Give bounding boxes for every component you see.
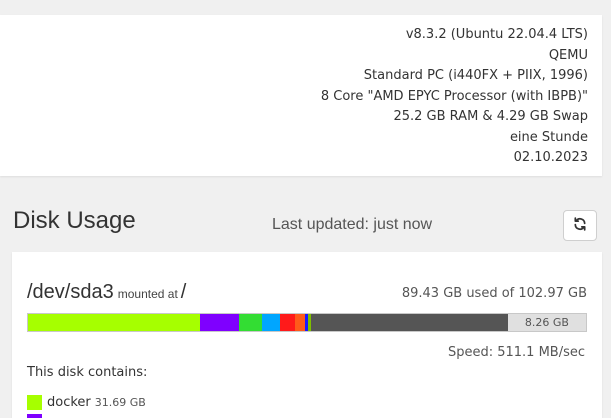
legend-swatch bbox=[27, 395, 42, 410]
disk-usage-bar: 8.26 GB bbox=[27, 313, 587, 332]
device-name: /dev/sda3 bbox=[27, 281, 114, 303]
last-updated-text: Last updated: just now bbox=[272, 216, 433, 233]
mount-point: / bbox=[180, 281, 187, 303]
disk-header: /dev/sda3 mounted at / bbox=[27, 281, 186, 304]
version-text: v8.3.2 (Ubuntu 22.04.4 LTS) bbox=[405, 27, 588, 42]
refresh-icon bbox=[573, 216, 587, 235]
contains-label: This disk contains: bbox=[27, 365, 148, 380]
free-space-segment: 8.26 GB bbox=[507, 314, 586, 331]
memory-text: 25.2 GB RAM & 4.29 GB Swap bbox=[393, 109, 588, 124]
date-text: 02.10.2023 bbox=[513, 150, 588, 165]
usage-segment bbox=[238, 314, 262, 331]
virtualization-text: QEMU bbox=[548, 47, 588, 63]
legend-item-docker: docker 31.69 GB bbox=[27, 395, 146, 410]
refresh-button[interactable] bbox=[563, 210, 597, 241]
system-info-lines: v8.3.2 (Ubuntu 22.04.4 LTS) QEMU Standar… bbox=[321, 25, 588, 169]
usage-segment bbox=[280, 314, 296, 331]
usage-segment bbox=[295, 314, 306, 331]
legend-item-partial bbox=[27, 414, 47, 418]
usage-segment bbox=[310, 314, 508, 331]
legend-name: docker bbox=[47, 395, 91, 410]
usage-segment bbox=[28, 314, 200, 331]
usage-segment bbox=[199, 314, 239, 331]
machine-text: Standard PC (i440FX + PIIX, 1996) bbox=[363, 68, 588, 83]
system-info-card: v8.3.2 (Ubuntu 22.04.4 LTS) QEMU Standar… bbox=[0, 15, 602, 176]
disk-usage-title: Disk Usage bbox=[13, 207, 136, 234]
usage-segment bbox=[261, 314, 281, 331]
uptime-text: eine Stunde bbox=[509, 129, 588, 145]
cpu-text: 8 Core "AMD EPYC Processor (with IBPB)" bbox=[320, 88, 588, 104]
legend-size: 31.69 GB bbox=[94, 396, 146, 409]
speed-text: Speed: 511.1 MB/sec bbox=[447, 345, 585, 360]
disk-card: /dev/sda3 mounted at/ 89.43 GB used of 10… bbox=[12, 252, 602, 418]
mounted-at-label: mounted at bbox=[117, 287, 178, 301]
used-text: 89.43 GB used of 102.97 GB bbox=[401, 286, 587, 301]
legend-swatch bbox=[27, 414, 42, 418]
